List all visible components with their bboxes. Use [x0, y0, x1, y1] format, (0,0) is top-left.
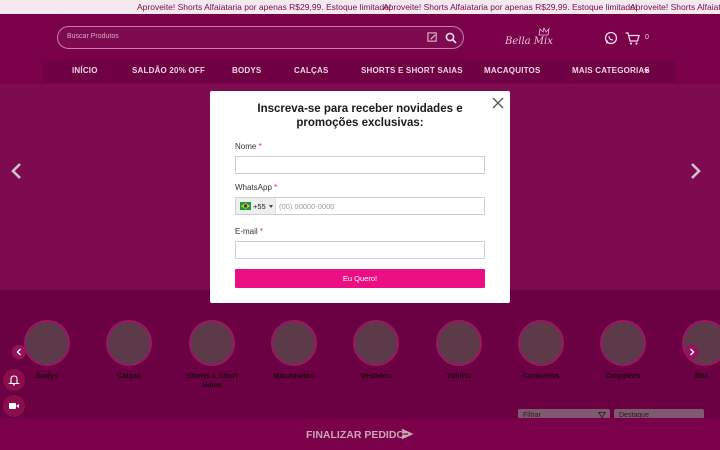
category-image — [106, 320, 152, 366]
nav-item-bodys[interactable]: BODYS — [232, 66, 261, 75]
category-label: Blu — [695, 371, 708, 380]
category-image — [189, 320, 235, 366]
chevron-left-icon — [16, 348, 21, 356]
category-item-macaquitos[interactable]: Macaquitos — [269, 320, 319, 380]
category-image — [353, 320, 399, 366]
whatsapp-field[interactable]: +55 (00) 00000-0000 — [235, 197, 485, 215]
required-mark: * — [274, 183, 278, 192]
submit-button[interactable]: Eu Quero! — [235, 269, 485, 288]
close-icon[interactable] — [491, 96, 505, 110]
name-label-text: Nome — [235, 142, 257, 151]
cart-icon[interactable] — [625, 32, 640, 45]
category-image — [271, 320, 317, 366]
category-image — [436, 320, 482, 366]
chevron-down-icon — [269, 205, 273, 208]
email-field[interactable] — [235, 241, 485, 259]
search-bar[interactable]: Buscar Produtos — [57, 26, 464, 49]
brazil-flag-icon — [240, 202, 251, 210]
whatsapp-icon[interactable] — [604, 31, 618, 45]
nav-item-inicio[interactable]: INÍCIO — [72, 66, 98, 75]
category-label: Shorts e Short Saias — [186, 371, 238, 389]
ticker-message: Aproveite! Shorts Alfaiataria por apenas… — [137, 2, 392, 12]
category-prev-button[interactable] — [12, 345, 26, 359]
category-item-calcas[interactable]: Calças — [104, 320, 154, 380]
logo-crown-icon — [538, 27, 550, 36]
video-button[interactable] — [3, 395, 25, 417]
category-label: Croppeds — [605, 371, 641, 380]
search-icon[interactable] — [445, 32, 457, 44]
country-code-select[interactable]: +55 — [236, 198, 276, 214]
nav-item-calcas[interactable]: CALÇAS — [294, 66, 329, 75]
whatsapp-label-text: WhatsApp — [235, 183, 272, 192]
nav-item-macaquitos[interactable]: MACAQUITOS — [484, 66, 541, 75]
submit-label: Eu Quero! — [342, 274, 378, 283]
name-field[interactable] — [235, 156, 485, 174]
main-nav: INÍCIO SALDÃO 20% OFF BODYS CALÇAS SHORT… — [43, 60, 676, 82]
announcement-ticker: Aproveite! Shorts Alfaiataria por apenas… — [0, 0, 720, 14]
bell-icon — [8, 375, 20, 386]
chevron-left-icon[interactable] — [9, 162, 23, 180]
search-input[interactable]: Buscar Produtos — [67, 33, 119, 40]
notification-button[interactable] — [3, 369, 25, 391]
category-item-bodys[interactable]: Bodys — [22, 320, 72, 380]
checkout-label: FINALIZAR PEDIDO — [306, 429, 405, 441]
category-item-conjuntos[interactable]: Conjuntos — [516, 320, 566, 380]
chevron-right-icon[interactable] — [689, 162, 703, 180]
category-image — [600, 320, 646, 366]
category-label: Macaquitos — [273, 371, 315, 380]
nav-item-shorts[interactable]: SHORTS E SHORT SAIAS — [361, 66, 463, 75]
cart-count-badge: 0 — [645, 34, 649, 41]
video-icon — [9, 403, 19, 409]
edit-icon[interactable] — [427, 32, 438, 43]
category-image — [682, 320, 720, 366]
email-label-text: E-mail — [235, 227, 258, 236]
send-icon — [401, 428, 414, 440]
checkout-bar[interactable]: FINALIZAR PEDIDO — [0, 418, 720, 450]
name-field-label: Nome * — [235, 142, 262, 151]
category-item-croppeds[interactable]: Croppeds — [598, 320, 648, 380]
ticker-message: Aproveite! Shorts Alfaiataria por apenas… — [383, 2, 638, 12]
ticker-message: Aproveite! Shorts Alfaiata — [630, 2, 720, 12]
category-image — [518, 320, 564, 366]
phone-input[interactable]: (00) 00000-0000 — [279, 202, 334, 211]
country-code: +55 — [253, 202, 266, 211]
store-logo[interactable]: Bella Mix — [505, 36, 553, 47]
category-label: Vestidos — [360, 371, 392, 380]
category-item-shorts[interactable]: Shorts e Short Saias — [186, 320, 238, 389]
required-mark: * — [259, 227, 264, 236]
category-label: Bodys — [35, 371, 59, 380]
category-label: Calças — [116, 371, 142, 380]
required-mark: * — [258, 142, 262, 151]
category-item-vestidos[interactable]: Vestidos — [351, 320, 401, 380]
chevron-down-icon — [644, 69, 649, 73]
chevron-right-icon — [690, 348, 695, 356]
category-next-button[interactable] — [685, 345, 699, 359]
modal-title: Inscreva-se para receber novidades e pro… — [257, 103, 463, 129]
newsletter-modal: Inscreva-se para receber novidades e pro… — [210, 91, 510, 303]
whatsapp-field-label: WhatsApp * — [235, 183, 277, 192]
nav-item-saldao[interactable]: SALDÃO 20% OFF — [132, 66, 205, 75]
nav-item-mais-categorias[interactable]: MAIS CATEGORIAS — [572, 66, 650, 75]
category-image — [24, 320, 70, 366]
site-header: Buscar Produtos Bella Mix 0 INÍCIO SALDÃ… — [0, 14, 720, 84]
email-field-label: E-mail * — [235, 227, 263, 236]
category-label: Conjuntos — [522, 371, 560, 380]
category-item-tshirts[interactable]: Tshirts — [434, 320, 484, 380]
category-label: Tshirts — [446, 371, 472, 380]
